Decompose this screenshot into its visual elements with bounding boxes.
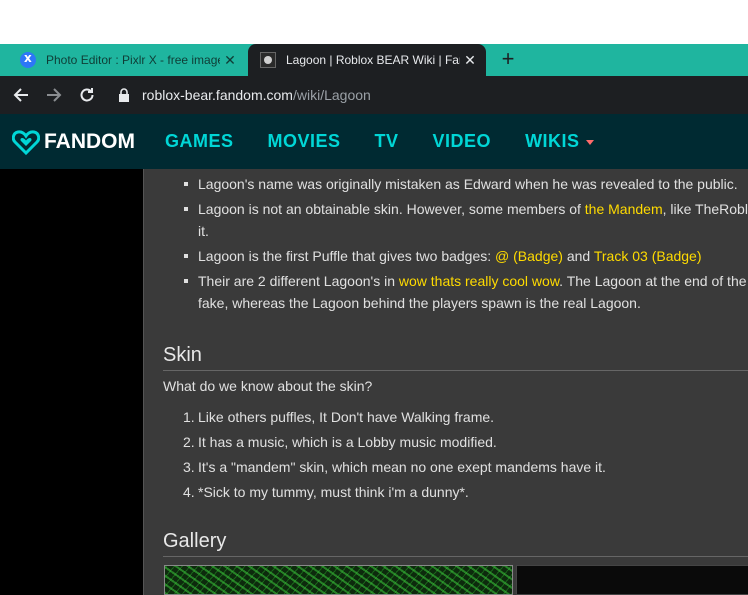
fandom-heart-icon — [12, 129, 40, 155]
tab-title: Lagoon | Roblox BEAR Wiki | Fandom — [286, 53, 460, 67]
list-number: 3. — [183, 459, 195, 475]
window-top-strip — [0, 0, 748, 44]
trivia-text: Lagoon is not an obtainable skin. Howeve… — [198, 201, 585, 217]
close-icon[interactable]: ✕ — [220, 50, 240, 70]
close-icon[interactable]: ✕ — [460, 50, 480, 70]
gallery-image[interactable] — [164, 565, 513, 595]
chevron-down-icon — [585, 140, 594, 145]
trivia-text: . The Lagoon at the end of the — [559, 273, 747, 289]
bear-wiki-icon — [260, 52, 276, 68]
trivia-text: and — [562, 248, 594, 264]
trivia-text: Lagoon's name was originally mistaken as… — [198, 176, 738, 192]
link-the-mandem[interactable]: the Mandem — [585, 201, 663, 217]
list-item: Lagoon's name was originally mistaken as… — [164, 173, 748, 195]
list-text: It's a "mandem" skin, which mean no one … — [198, 459, 606, 475]
tab-lagoon[interactable]: Lagoon | Roblox BEAR Wiki | Fandom ✕ — [248, 44, 486, 76]
section-heading-gallery: Gallery — [163, 530, 227, 552]
tab-pixlr[interactable]: Photo Editor : Pixlr X - free image edit… — [8, 44, 246, 76]
list-item: Their are 2 different Lagoon's in wow th… — [164, 270, 748, 314]
lock-icon[interactable] — [118, 88, 132, 102]
gallery-image[interactable] — [516, 565, 748, 595]
navigation-bar: roblox-bear.fandom.com/wiki/Lagoon — [0, 76, 748, 114]
nav-video[interactable]: VIDEO — [433, 131, 492, 152]
nav-wikis[interactable]: WIKIS — [525, 131, 594, 152]
back-arrow-icon — [13, 88, 28, 102]
url-path: /wiki/Lagoon — [292, 87, 371, 103]
fandom-nav: GAMES MOVIES TV VIDEO WIKIS — [165, 131, 628, 152]
list-item: 1. Like others puffles, It Don't have Wal… — [164, 405, 606, 430]
fandom-header: FANDOM GAMES MOVIES TV VIDEO WIKIS — [0, 114, 748, 169]
divider — [163, 556, 748, 557]
list-number: 2. — [183, 434, 195, 450]
url-host: roblox-bear.fandom.com — [142, 87, 293, 103]
trivia-text: , like TheRobl — [662, 201, 748, 217]
trivia-text: Their are 2 different Lagoon's in — [198, 273, 399, 289]
section-heading-skin: Skin — [163, 344, 202, 366]
forward-arrow-icon — [47, 88, 62, 102]
list-text: *Sick to my tummy, must think i'm a dunn… — [198, 484, 469, 500]
trivia-text: Lagoon is the first Puffle that gives tw… — [198, 248, 496, 264]
trivia-text: it. — [198, 223, 209, 239]
tab-title: Photo Editor : Pixlr X - free image edit… — [46, 53, 220, 67]
nav-wikis-label: WIKIS — [525, 131, 580, 151]
address-bar[interactable]: roblox-bear.fandom.com/wiki/Lagoon — [112, 80, 748, 110]
pixlr-icon — [20, 51, 36, 68]
list-item: 2. It has a music, which is a Lobby music… — [164, 430, 606, 455]
link-track-03-badge[interactable]: Track 03 (Badge) — [594, 248, 702, 264]
skin-intro-text: What do we know about the skin? — [163, 378, 373, 394]
list-item: Lagoon is the first Puffle that gives tw… — [164, 245, 748, 267]
list-number: 1. — [183, 409, 195, 425]
nav-tv[interactable]: TV — [375, 131, 399, 152]
list-text: It has a music, which is a Lobby music m… — [198, 434, 497, 450]
reload-button[interactable] — [76, 84, 98, 106]
page-body: Lagoon's name was originally mistaken as… — [0, 169, 748, 595]
new-tab-button[interactable]: + — [497, 48, 519, 71]
nav-games[interactable]: GAMES — [165, 131, 234, 152]
trivia-text: fake, whereas the Lagoon behind the play… — [198, 295, 641, 311]
link-at-badge[interactable]: @ (Badge) — [495, 248, 563, 264]
tab-bar: Photo Editor : Pixlr X - free image edit… — [0, 44, 748, 76]
list-item: Lagoon is not an obtainable skin. Howeve… — [164, 198, 748, 242]
list-number: 4. — [183, 484, 195, 500]
forward-button[interactable] — [43, 84, 65, 106]
divider — [163, 370, 748, 371]
reload-icon — [80, 88, 94, 102]
fandom-logo[interactable]: FANDOM — [12, 128, 135, 156]
list-item: 4. *Sick to my tummy, must think i'm a du… — [164, 480, 606, 505]
skin-list: 1. Like others puffles, It Don't have Wal… — [164, 405, 606, 505]
trivia-list: Lagoon's name was originally mistaken as… — [164, 169, 748, 314]
link-wow-thats-really-cool-wow[interactable]: wow thats really cool wow — [399, 273, 559, 289]
fandom-wordmark: FANDOM — [44, 129, 135, 153]
list-item: 3. It's a "mandem" skin, which mean no on… — [164, 455, 606, 480]
nav-movies[interactable]: MOVIES — [268, 131, 341, 152]
article-content: Lagoon's name was originally mistaken as… — [143, 169, 748, 595]
back-button[interactable] — [10, 84, 32, 106]
list-text: Like others puffles, It Don't have Walki… — [198, 409, 495, 425]
